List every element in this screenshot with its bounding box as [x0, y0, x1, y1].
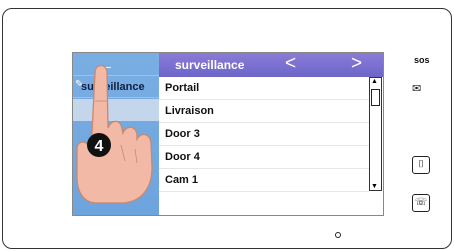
- list-item[interactable]: Portail: [159, 77, 369, 100]
- sidebar: ← ✎ surveillance: [73, 53, 159, 215]
- screen: ← ✎ surveillance surveillance < > Portai…: [72, 52, 384, 216]
- scroll-thumb[interactable]: [371, 89, 380, 106]
- prev-arrow-button[interactable]: <: [285, 54, 296, 74]
- device-list: Portail Livraison Door 3 Door 4 Cam 1: [159, 77, 369, 215]
- sos-button[interactable]: sos: [414, 55, 430, 65]
- list-item[interactable]: Livraison: [159, 100, 369, 123]
- sidebar-item-surveillance[interactable]: surveillance: [81, 81, 145, 93]
- talk-icon[interactable]: ☏: [412, 194, 430, 212]
- scrollbar[interactable]: ▲ ▼: [369, 77, 382, 191]
- scroll-down-icon[interactable]: ▼: [371, 183, 378, 190]
- list-item[interactable]: Door 4: [159, 146, 369, 169]
- back-button[interactable]: ←: [95, 55, 115, 75]
- list-item[interactable]: Cam 1: [159, 169, 369, 192]
- scroll-up-icon[interactable]: ▲: [371, 78, 378, 85]
- door-icon[interactable]: ⌷: [412, 156, 430, 174]
- indicator-dot: [335, 232, 341, 238]
- header: surveillance < >: [159, 53, 383, 77]
- page-title: surveillance: [175, 58, 245, 72]
- envelope-icon[interactable]: ✉: [412, 82, 421, 95]
- list-item[interactable]: Door 3: [159, 123, 369, 146]
- next-arrow-button[interactable]: >: [351, 54, 362, 74]
